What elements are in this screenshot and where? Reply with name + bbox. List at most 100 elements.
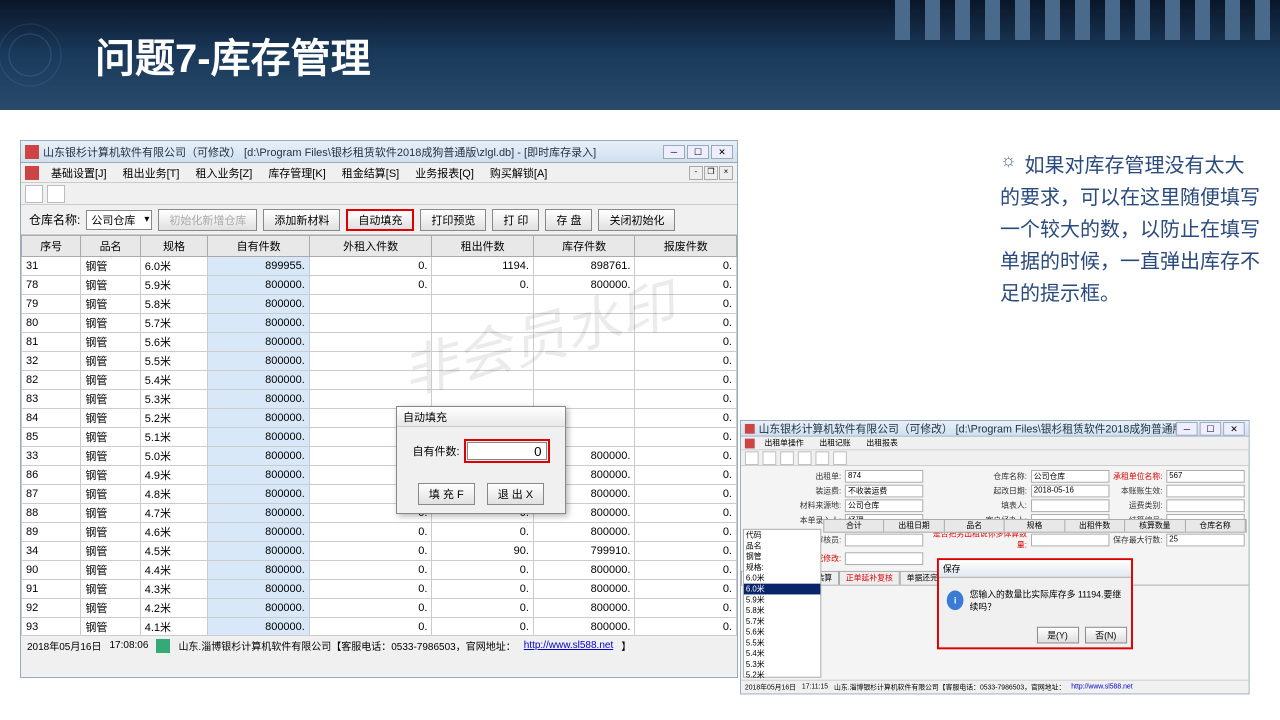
table-row[interactable]: 93钢管4.1米800000.0.0.800000.0. (22, 618, 737, 636)
close-init-button[interactable]: 关闭初始化 (598, 209, 675, 231)
print-button[interactable]: 打 印 (492, 209, 539, 231)
toolbar-button[interactable] (780, 451, 794, 465)
maximize-button[interactable]: ☐ (1200, 421, 1222, 435)
form-field[interactable]: 公司仓库 (1031, 470, 1109, 483)
list-item[interactable]: 5.5米 (744, 638, 820, 649)
form-field[interactable]: 874 (845, 470, 923, 483)
maximize-button[interactable]: ☐ (687, 145, 709, 159)
form-field[interactable]: 2018-05-16 (1031, 485, 1109, 498)
form-field[interactable] (845, 552, 923, 565)
list-item[interactable]: 5.6米 (744, 627, 820, 638)
table-row[interactable]: 79钢管5.8米800000.0. (22, 295, 737, 314)
mdi-minimize[interactable]: - (689, 166, 703, 180)
menu-item[interactable]: 租出业务[T] (115, 165, 188, 181)
warehouse-combo[interactable]: 公司仓库 (86, 210, 152, 230)
list-item[interactable]: 6.0米 (744, 584, 820, 595)
table-row[interactable]: 33钢管5.0米800000.0.0.800000.0. (22, 447, 737, 466)
grid-header: 报废件数 (635, 236, 737, 257)
menu-item[interactable]: 库存管理[K] (260, 165, 333, 181)
confirm-dialog: 保存 i 您输入的数量比实际库存多 11194.要继续吗？ 是(Y) 否(N) (937, 558, 1133, 649)
table-row[interactable]: 81钢管5.6米800000.0. (22, 333, 737, 352)
form-field[interactable]: 567 (1166, 470, 1244, 483)
dialog-label: 自有件数: (412, 443, 459, 459)
table-row[interactable]: 80钢管5.7米800000.0. (22, 314, 737, 333)
table-row[interactable]: 78钢管5.9米800000.0.0.800000.0. (22, 276, 737, 295)
toolbar-button[interactable] (833, 451, 847, 465)
status-bar: 2018年05月16日 17:08:06 山东.淄博银杉计算机软件有限公司【客服… (21, 635, 737, 655)
form-field[interactable] (1031, 499, 1109, 512)
list-item[interactable]: 5.9米 (744, 594, 820, 605)
toolbar-button[interactable] (47, 185, 65, 203)
list-item[interactable]: 5.3米 (744, 659, 820, 670)
mdi-close[interactable]: × (719, 166, 733, 180)
form-field[interactable]: 25 (1166, 533, 1244, 546)
minimize-button[interactable]: ─ (663, 145, 685, 159)
list-item[interactable]: 6.0米 (744, 573, 820, 584)
toolbar (21, 183, 737, 205)
minimize-button[interactable]: ─ (1176, 421, 1198, 435)
list-item[interactable]: 规格: (744, 562, 820, 573)
fill-button[interactable]: 填 充 F (418, 483, 475, 505)
print-preview-button[interactable]: 打印预览 (420, 209, 486, 231)
list-item[interactable]: 钢管 (744, 551, 820, 562)
menu-item[interactable]: 基础设置[J] (43, 165, 115, 181)
init-add-warehouse-button[interactable]: 初始化新增仓库 (158, 209, 257, 231)
grid-header: 自有件数 (208, 236, 310, 257)
table-row[interactable]: 86钢管4.9米800000.0.0.800000.0. (22, 466, 737, 485)
list-item[interactable]: 5.8米 (744, 605, 820, 616)
menu-item[interactable]: 业务报表[Q] (407, 165, 482, 181)
save-button[interactable]: 存 盘 (545, 209, 592, 231)
list-item[interactable]: 品名 (744, 541, 820, 552)
form-field[interactable]: 公司仓库 (845, 499, 923, 512)
status-icon (156, 639, 170, 653)
toolbar-button[interactable] (745, 451, 759, 465)
table-row[interactable]: 88钢管4.7米800000.0.0.800000.0. (22, 504, 737, 523)
list-item[interactable]: 代码 (744, 530, 820, 541)
table-row[interactable]: 83钢管5.3米800000.0. (22, 390, 737, 409)
list-item[interactable]: 5.7米 (744, 616, 820, 627)
menu-item[interactable]: 出租单操作 (757, 438, 812, 449)
table-row[interactable]: 91钢管4.3米800000.0.0.800000.0. (22, 580, 737, 599)
inventory-grid[interactable]: 非会员水印 序号品名规格自有件数外租入件数租出件数库存件数报废件数31钢管6.0… (21, 235, 737, 635)
material-select-panel[interactable]: 代码品名钢管规格:6.0米6.0米5.9米5.8米5.7米5.6米5.5米5.4… (743, 529, 821, 678)
menu-item[interactable]: 购买解锁[A] (482, 165, 555, 181)
auto-fill-button[interactable]: 自动填充 (346, 209, 414, 231)
list-item[interactable]: 5.4米 (744, 648, 820, 659)
slide-header: 问题7-库存管理 (0, 0, 1280, 110)
add-material-button[interactable]: 添加新材料 (263, 209, 340, 231)
form-field[interactable] (1166, 499, 1244, 512)
table-row[interactable]: 89钢管4.6米800000.0.0.800000.0. (22, 523, 737, 542)
menu-item[interactable]: 出租报表 (859, 438, 906, 449)
form-field[interactable]: 不收装运费 (845, 485, 923, 498)
window-title: 山东银杉计算机软件有限公司（可修改） [d:\Program Files\银杉租… (43, 144, 663, 160)
form-field[interactable] (1031, 533, 1109, 546)
mdi-restore[interactable]: ❐ (704, 166, 718, 180)
table-row[interactable]: 85钢管5.1米800000.0. (22, 428, 737, 447)
table-row[interactable]: 34钢管4.5米800000.0.90.799910.0. (22, 542, 737, 561)
toolbar-button[interactable] (763, 451, 777, 465)
close-button[interactable]: ✕ (711, 145, 733, 159)
form-field[interactable] (845, 533, 923, 546)
toolbar-button[interactable] (798, 451, 812, 465)
yes-button[interactable]: 是(Y) (1036, 627, 1078, 644)
table-row[interactable]: 87钢管4.8米800000.0.0.800000.0. (22, 485, 737, 504)
table-row[interactable]: 92钢管4.2米800000.0.0.800000.0. (22, 599, 737, 618)
no-button[interactable]: 否(N) (1084, 627, 1127, 644)
exit-button[interactable]: 退 出 X (487, 483, 544, 505)
own-count-input[interactable] (467, 442, 547, 460)
toolbar-button[interactable] (815, 451, 829, 465)
close-button[interactable]: ✕ (1223, 421, 1245, 435)
form-field[interactable] (1166, 485, 1244, 498)
table-row[interactable]: 31钢管6.0米899955.0.1194.898761.0. (22, 257, 737, 276)
table-row[interactable]: 82钢管5.4米800000.0. (22, 371, 737, 390)
tab[interactable]: 正单延补复核 (839, 571, 900, 585)
table-row[interactable]: 32钢管5.5米800000.0. (22, 352, 737, 371)
toolbar-button[interactable] (25, 185, 43, 203)
table-row[interactable]: 84钢管5.2米800000.0. (22, 409, 737, 428)
menu-item[interactable]: 租金结算[S] (334, 165, 407, 181)
menu-item[interactable]: 出租记账 (812, 438, 859, 449)
menu-item[interactable]: 租入业务[Z] (187, 165, 260, 181)
status-url[interactable]: http://www.sl588.net (524, 640, 614, 651)
app-window-rental: 山东银杉计算机软件有限公司（可修改） [d:\Program Files\银杉租… (740, 420, 1250, 694)
table-row[interactable]: 90钢管4.4米800000.0.0.800000.0. (22, 561, 737, 580)
